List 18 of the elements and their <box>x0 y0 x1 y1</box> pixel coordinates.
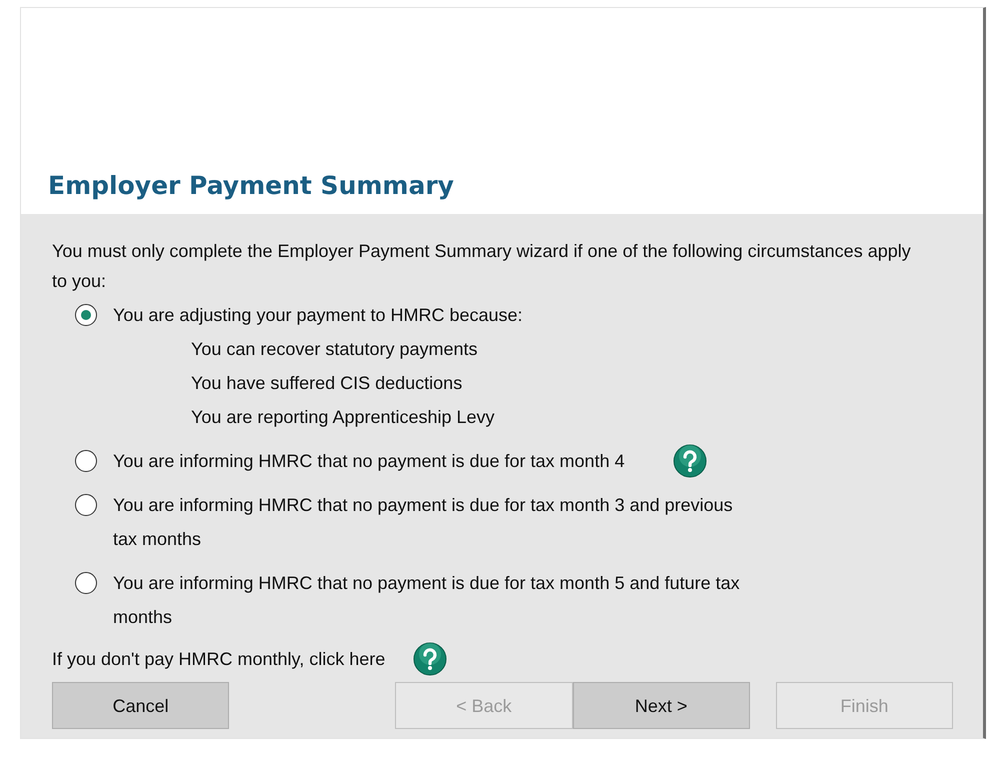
help-icon[interactable] <box>413 642 448 676</box>
option-label[interactable]: You are informing HMRC that no payment is due for tax month 3 and previous tax months <box>113 488 753 556</box>
radio-button[interactable] <box>75 494 97 516</box>
wizard-button[interactable]: Cancel <box>52 682 230 729</box>
reason-text: You can recover statutory payments <box>191 338 478 361</box>
wizard-button[interactable]: Next > <box>572 682 750 729</box>
radio-button[interactable] <box>75 304 97 326</box>
option-label[interactable]: You are informing HMRC that no payment is due for tax month 4 <box>113 444 625 478</box>
reason-text: You have suffered CIS deductions <box>191 372 464 395</box>
help-icon[interactable] <box>672 444 707 478</box>
option-label[interactable]: You are informing HMRC that no payment is due for tax month 5 and future tax months <box>113 566 753 634</box>
reason-text: You are reporting Apprenticeship Levy <box>191 406 496 429</box>
radio-button[interactable] <box>75 450 97 472</box>
intro-text: You must only complete the Employer Payment Summary wizard if one of the following circumstances apply to you: <box>52 240 912 293</box>
option-label[interactable]: You are adjusting your payment to HMRC because: <box>113 298 523 332</box>
footer-note: If you don't pay HMRC monthly, click here <box>52 648 386 671</box>
radio-button[interactable] <box>75 572 97 594</box>
wizard-title: Employer Payment Summary <box>48 171 454 200</box>
